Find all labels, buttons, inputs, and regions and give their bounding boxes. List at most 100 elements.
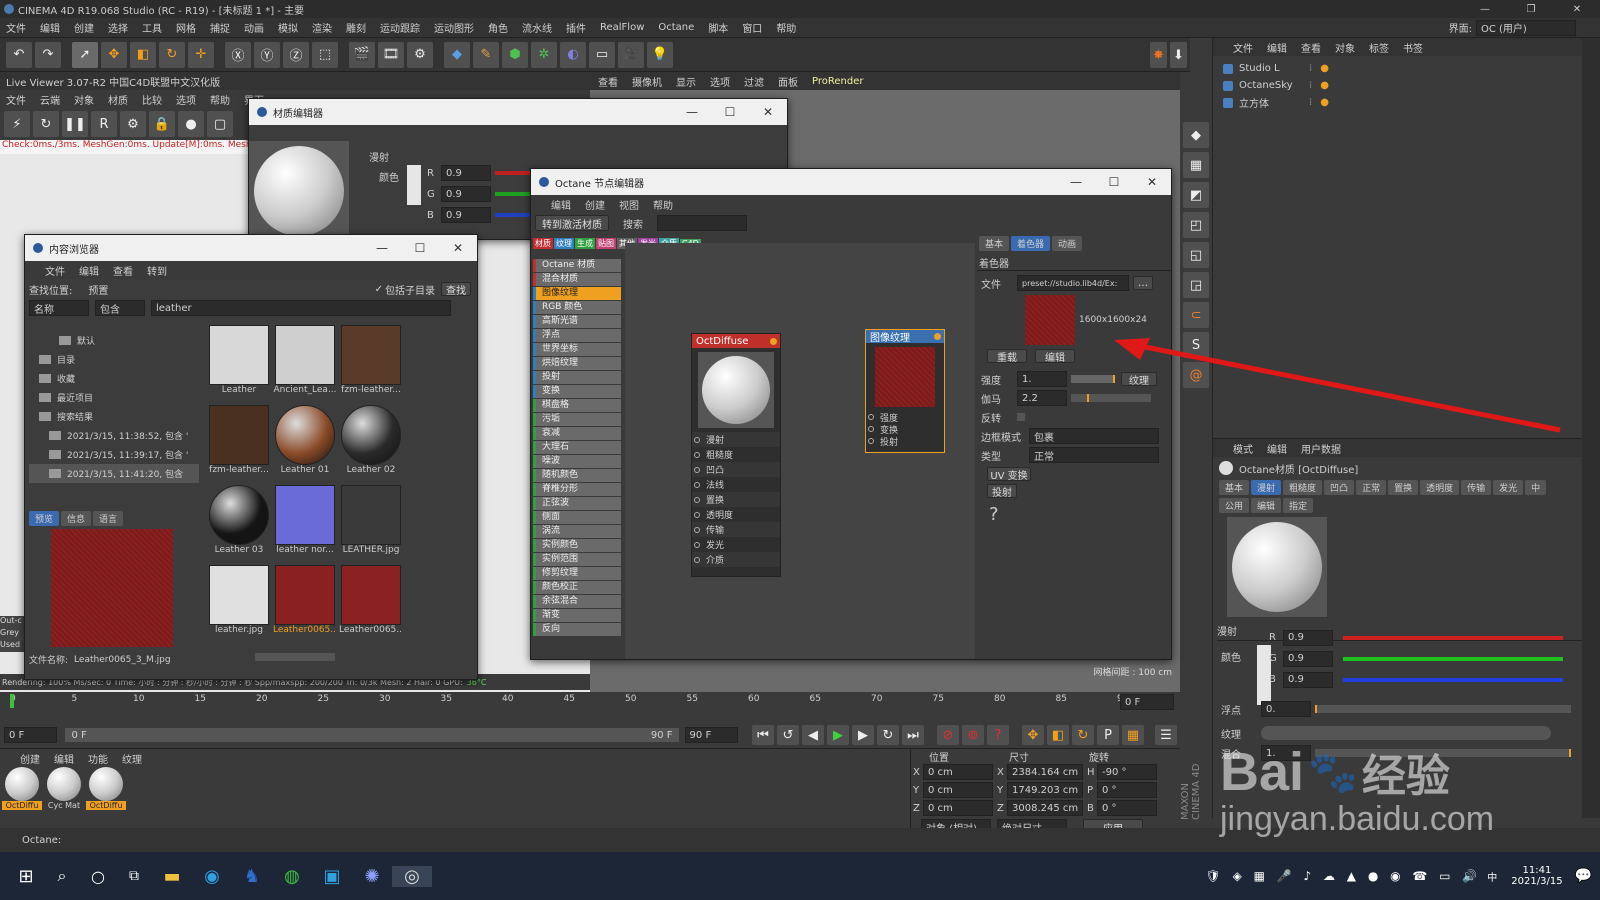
scale-tool-icon[interactable]: ◧: [130, 41, 156, 68]
subdivision-icon[interactable]: ⬢: [502, 41, 528, 68]
windows-start-icon[interactable]: ⊞: [8, 866, 44, 887]
ne-node-list-item[interactable]: 反向: [533, 623, 621, 636]
cb-item[interactable]: fzm-leather...: [207, 405, 271, 482]
menu-item[interactable]: 网格: [176, 20, 196, 35]
goto-start-icon[interactable]: ⏮: [752, 725, 774, 745]
menu-item[interactable]: 文件: [6, 20, 26, 35]
rotate-tool-icon[interactable]: ↻: [159, 41, 185, 68]
lv-render-icon[interactable]: ⚡: [4, 111, 30, 137]
menu-item[interactable]: 编辑: [79, 263, 99, 278]
ne-node-list-item[interactable]: 渐变: [533, 609, 621, 622]
object-visibility-icon[interactable]: ⁞: [1309, 80, 1312, 91]
cb-maximize[interactable]: ☐: [401, 241, 439, 255]
image-pin[interactable]: 投射: [866, 435, 944, 448]
light-icon[interactable]: 💡: [647, 41, 673, 68]
next-key-icon[interactable]: ↻: [877, 725, 899, 745]
download-icon[interactable]: ⬇: [1170, 42, 1187, 68]
menu-item[interactable]: 纹理: [122, 751, 142, 766]
object-row[interactable]: 立方体 ⁞ ●: [1223, 94, 1582, 111]
me-g-slider[interactable]: [495, 192, 535, 196]
menu-item[interactable]: 帮助: [776, 20, 796, 35]
ne-node-list-item[interactable]: 大理石: [533, 441, 621, 454]
tab[interactable]: 着色器: [1011, 235, 1051, 251]
object-visibility-icon[interactable]: ⁞: [1309, 97, 1312, 108]
prop-reload-button[interactable]: 重载: [987, 349, 1027, 364]
me-g-field[interactable]: 0.9: [441, 186, 491, 202]
image-pin[interactable]: 强度: [866, 411, 944, 424]
lv-lock-icon[interactable]: 🔒: [149, 111, 175, 137]
cb-item[interactable]: leather nor...: [273, 485, 337, 562]
camera-icon[interactable]: 🎥: [618, 41, 644, 68]
x-axis-icon[interactable]: Ⓧ: [225, 41, 251, 68]
menu-item[interactable]: 文件: [1233, 40, 1253, 55]
z-axis-icon[interactable]: Ⓩ: [283, 41, 309, 68]
ne-node-list-item[interactable]: 随机颜色: [533, 469, 621, 482]
coord-size-field[interactable]: 3008.245 cm: [1007, 800, 1083, 816]
render-picture-icon[interactable]: 🎞: [378, 41, 404, 68]
close-button[interactable]: ✕: [1554, 4, 1600, 15]
menu-item[interactable]: 编辑: [54, 751, 74, 766]
prop-file-path[interactable]: preset://studio.lib4d/Ex:: [1017, 275, 1129, 291]
menu-item[interactable]: 运动跟踪: [380, 20, 420, 35]
redo-icon[interactable]: ↷: [35, 41, 61, 68]
ne-node-list-item[interactable]: 高斯光谱: [533, 315, 621, 328]
cb-item[interactable]: fzm-leather...: [339, 325, 403, 402]
app-icon-1[interactable]: ♞: [232, 866, 272, 887]
material-item[interactable]: Cyc Mat: [44, 767, 84, 810]
menu-item[interactable]: 选择: [108, 20, 128, 35]
image-texture-node[interactable]: 图像纹理 强度 变换 投射: [865, 329, 945, 453]
cb-item[interactable]: Leather 03: [207, 485, 271, 562]
key-rotate-icon[interactable]: ↻: [1072, 725, 1094, 745]
menu-item[interactable]: 插件: [566, 20, 586, 35]
ne-category-tab[interactable]: 生成: [575, 237, 595, 249]
ne-minimize[interactable]: —: [1057, 175, 1095, 189]
me-b-field[interactable]: 0.9: [441, 207, 491, 223]
tab[interactable]: 发光: [1493, 479, 1524, 495]
cloner-icon[interactable]: ✲: [531, 41, 557, 68]
vp-shape3-icon[interactable]: ◲: [1183, 272, 1209, 298]
tab[interactable]: 信息: [61, 510, 92, 526]
cb-tree-item[interactable]: 2021/3/15, 11:38:52, 包含 ': [29, 426, 199, 445]
ne-node-list-item[interactable]: 混合材质: [533, 273, 621, 286]
menu-item[interactable]: 过滤: [744, 74, 764, 89]
me-b-slider[interactable]: [495, 213, 535, 217]
tab[interactable]: 传输: [1461, 479, 1492, 495]
object-row[interactable]: OctaneSky ⁞ ●: [1223, 77, 1582, 94]
attr-float-field[interactable]: 0.: [1261, 701, 1311, 717]
ne-node-list-item[interactable]: 世界坐标: [533, 343, 621, 356]
ne-node-list-item[interactable]: RGB 颜色: [533, 301, 621, 314]
diffuse-pin[interactable]: 发光: [692, 537, 780, 552]
menu-item[interactable]: 面板: [778, 74, 798, 89]
object-visibility-icon[interactable]: ⁞: [1309, 63, 1312, 74]
menu-item[interactable]: 转到: [147, 263, 167, 278]
ne-close[interactable]: ✕: [1133, 175, 1171, 189]
menu-item[interactable]: 选项: [710, 74, 730, 89]
diffuse-pin[interactable]: 法线: [692, 477, 780, 492]
coord-size-field[interactable]: 1749.203 cm: [1007, 782, 1083, 798]
menu-item[interactable]: 捕捉: [210, 20, 230, 35]
cb-item[interactable]: leather.jpg: [207, 565, 271, 642]
cb-item[interactable]: Leather0065...: [273, 565, 337, 642]
ne-goto-active-button[interactable]: 转到激活材质: [535, 215, 609, 231]
cb-item[interactable]: LEATHER.jpg: [339, 485, 403, 562]
coord-pos-field[interactable]: 0 cm: [923, 764, 993, 780]
coord-rot-field[interactable]: 0 °: [1097, 800, 1157, 816]
attr-b-slider[interactable]: [1343, 677, 1563, 682]
cb-minimize[interactable]: —: [363, 241, 401, 255]
prop-uv-button[interactable]: UV 变换: [987, 467, 1031, 482]
goto-end-icon[interactable]: ⏭: [902, 725, 924, 745]
lv-square-icon[interactable]: ▢: [207, 111, 233, 137]
menu-item[interactable]: 模拟: [278, 20, 298, 35]
cb-search-button[interactable]: 查找: [441, 282, 471, 297]
menu-item[interactable]: 帮助: [653, 197, 673, 212]
menu-item[interactable]: 比较: [142, 92, 162, 107]
attr-g-slider[interactable]: [1343, 656, 1563, 661]
attr-b-field[interactable]: 0.9: [1283, 671, 1333, 688]
tab[interactable]: 透明度: [1420, 479, 1460, 495]
menu-item[interactable]: 窗口: [742, 20, 762, 35]
browser-icon[interactable]: ◉: [192, 866, 232, 887]
me-r-slider[interactable]: [495, 171, 535, 175]
tab[interactable]: 编辑: [1251, 497, 1282, 513]
render-settings-icon[interactable]: ⚙: [407, 41, 433, 68]
restore-button[interactable]: ❐: [1508, 4, 1554, 15]
